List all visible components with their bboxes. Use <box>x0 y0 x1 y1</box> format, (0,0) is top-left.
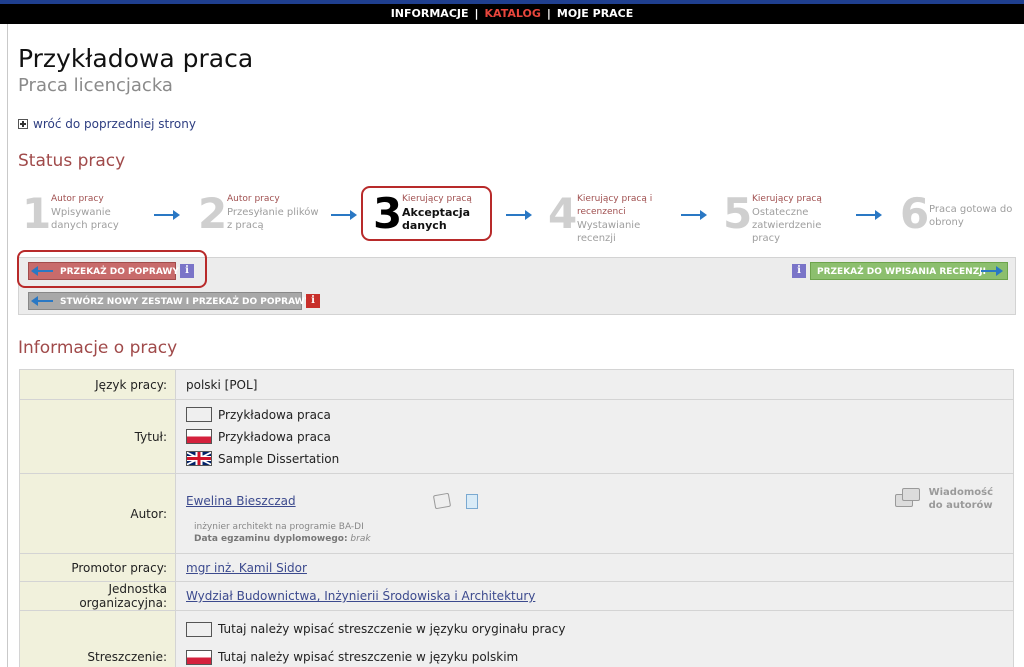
back-link[interactable]: wróć do poprzedniej strony <box>18 117 196 131</box>
nav-separator: | <box>474 7 479 20</box>
original-language-flag-icon <box>186 407 212 422</box>
table-row: Streszczenie: Tutaj należy wpisać stresz… <box>19 610 1014 667</box>
page-subtitle: Praca licencjacka <box>18 75 173 96</box>
author-degree: inżynier architekt na programie BA-DI <box>194 521 364 532</box>
title-label: Tytuł: <box>19 399 176 474</box>
nav-katalog[interactable]: KATALOG <box>485 7 541 20</box>
envelope-icon <box>894 486 925 510</box>
abstract-line: Tutaj należy wpisać streszczenie w język… <box>186 615 1013 643</box>
arrow-left-icon <box>31 266 53 276</box>
step-role: Autor pracy <box>51 194 104 204</box>
create-new-set-button[interactable]: STWÓRZ NOWY ZESTAW I PRZEKAŻ DO POPRAWY <box>28 292 311 310</box>
nav-informacje[interactable]: INFORMACJE <box>391 7 469 20</box>
original-language-flag-icon <box>186 621 212 637</box>
return-for-correction-label: PRZEKAŻ DO POPRAWY <box>60 267 179 277</box>
expand-plus-icon <box>18 119 28 129</box>
info-table: Język pracy: polski [POL] Tytuł: Przykła… <box>19 369 1014 667</box>
title-original: Przykładowa praca <box>218 407 331 422</box>
abstract-original: Tutaj należy wpisać streszczenie w język… <box>218 622 566 636</box>
info-icon[interactable]: i <box>792 264 806 278</box>
promoter-link[interactable]: mgr inż. Kamil Sidor <box>186 561 307 575</box>
table-row: Tytuł: Przykładowa praca Przykładowa pra… <box>19 399 1014 474</box>
step-number: 2 <box>198 189 228 238</box>
polish-flag-icon <box>186 429 212 444</box>
abstract-line: Tutaj należy wpisać streszczenie w język… <box>186 643 1013 667</box>
exam-date-value: brak <box>350 533 371 544</box>
abstract-polish: Tutaj należy wpisać streszczenie w język… <box>218 650 519 664</box>
step-description: Ostateczne zatwierdzenie pracy <box>752 207 822 244</box>
table-row: Język pracy: polski [POL] <box>19 369 1014 400</box>
arrow-left-icon <box>31 296 53 306</box>
language-label: Język pracy: <box>19 369 176 400</box>
message-to-authors-button[interactable]: Wiadomość do autorów <box>894 486 993 512</box>
step-role: Kierujący pracą <box>402 194 472 204</box>
step-description: Praca gotowa do obrony <box>929 204 1013 228</box>
step-number: 3 <box>373 189 403 238</box>
info-heading: Informacje o pracy <box>18 338 178 358</box>
info-icon[interactable]: i <box>306 294 320 308</box>
arrow-right-icon <box>981 266 1003 276</box>
return-for-correction-button[interactable]: PRZEKAŻ DO POPRAWY <box>28 262 179 280</box>
unit-label: Jednostka organizacyjna: <box>19 581 176 611</box>
top-navigation: INFORMACJE | KATALOG | MOJE PRACE <box>0 4 1024 24</box>
info-icon[interactable]: i <box>180 264 194 278</box>
author-name-link[interactable]: Ewelina Bieszczad <box>186 494 296 508</box>
title-english: Sample Dissertation <box>218 451 340 466</box>
title-line: Sample Dissertation <box>186 448 1013 470</box>
step-arrow-icon <box>681 210 707 220</box>
title-polish: Przykładowa praca <box>218 429 331 444</box>
uk-flag-icon <box>186 451 212 466</box>
document-icon[interactable] <box>466 493 478 509</box>
nav-moje-prace[interactable]: MOJE PRACE <box>557 7 633 20</box>
author-label: Autor: <box>19 473 176 554</box>
step-arrow-icon <box>506 210 532 220</box>
left-border <box>7 24 8 667</box>
step-arrow-icon <box>154 210 180 220</box>
step-role: Kierujący pracą i recenzenci <box>577 194 653 217</box>
forward-to-review-button[interactable]: PRZEKAŻ DO WPISANIA RECENZJI <box>810 262 1008 280</box>
step-description: Wystawianie recenzji <box>577 220 641 244</box>
message-label-line2: do autorów <box>928 499 993 511</box>
title-line: Przykładowa praca <box>186 426 1013 448</box>
step-number: 5 <box>723 189 753 238</box>
message-label: Wiadomość <box>928 486 993 498</box>
abstract-label: Streszczenie: <box>19 610 176 667</box>
step-arrow-icon <box>331 210 357 220</box>
promoter-label: Promotor pracy: <box>19 553 176 582</box>
table-row: Jednostka organizacyjna: Wydział Budowni… <box>19 581 1014 611</box>
polish-flag-icon <box>186 649 212 665</box>
step-role: Autor pracy <box>227 194 280 204</box>
status-heading: Status pracy <box>18 151 126 171</box>
step-description: Przesyłanie plików z pracą <box>227 207 319 231</box>
create-new-set-label: STWÓRZ NOWY ZESTAW I PRZEKAŻ DO POPRAWY <box>60 297 312 307</box>
nav-separator: | <box>546 7 551 20</box>
step-role: Kierujący pracą <box>752 194 822 204</box>
step-number: 4 <box>548 189 578 238</box>
unit-link[interactable]: Wydział Budownictwa, Inżynierii Środowis… <box>186 589 535 603</box>
title-line: Przykładowa praca <box>186 404 1013 426</box>
forward-to-review-label: PRZEKAŻ DO WPISANIA RECENZJI <box>817 267 986 277</box>
table-row: Autor: Ewelina Bieszczad inżynier archit… <box>19 473 1014 554</box>
step-description: Akceptacja danych <box>402 206 471 232</box>
step-arrow-icon <box>856 210 882 220</box>
table-row: Promotor pracy: mgr inż. Kamil Sidor <box>19 553 1014 582</box>
step-description: Wpisywanie danych pracy <box>51 207 119 231</box>
language-value: polski [POL] <box>175 369 1014 400</box>
step-number: 1 <box>22 189 52 238</box>
note-icon[interactable] <box>432 492 452 509</box>
back-link-label: wróć do poprzedniej strony <box>33 117 196 131</box>
exam-date-label: Data egzaminu dyplomowego: <box>194 533 348 544</box>
step-number: 6 <box>900 189 930 238</box>
page-title: Przykładowa praca <box>18 44 254 73</box>
